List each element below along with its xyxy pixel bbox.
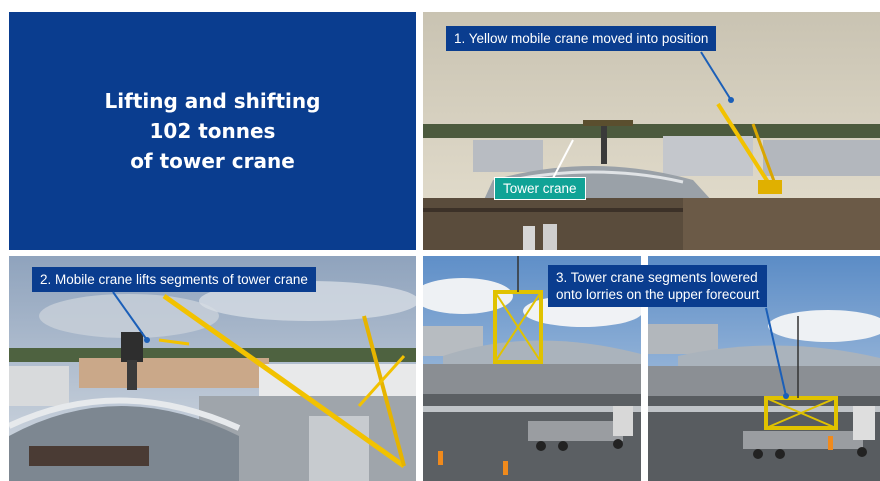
title-panel: Lifting and shifting 102 tonnes of tower… xyxy=(9,12,416,250)
pointer-lines-2 xyxy=(112,291,150,343)
photo-2-mobile-crane-lifts: 2. Mobile crane lifts segments of tower … xyxy=(9,256,416,481)
photo-3-caption: 3. Tower crane segments lowered onto lor… xyxy=(548,265,768,307)
slide-title: Lifting and shifting 102 tonnes of tower… xyxy=(105,86,321,176)
photo-1-mobile-crane-position: 1. Yellow mobile crane moved into positi… xyxy=(423,12,880,250)
title-line-2: 102 tonnes xyxy=(149,119,276,143)
title-line-1: Lifting and shifting xyxy=(104,89,321,113)
tower-crane-tag: Tower crane xyxy=(494,177,586,200)
title-line-3: of tower crane xyxy=(130,149,295,173)
photo-3-caption-line-1: 3. Tower crane segments lowered xyxy=(556,270,758,285)
pointer-lines-1 xyxy=(550,51,734,183)
photo-3-caption-line-2: onto lorries on the upper forecourt xyxy=(556,287,760,302)
